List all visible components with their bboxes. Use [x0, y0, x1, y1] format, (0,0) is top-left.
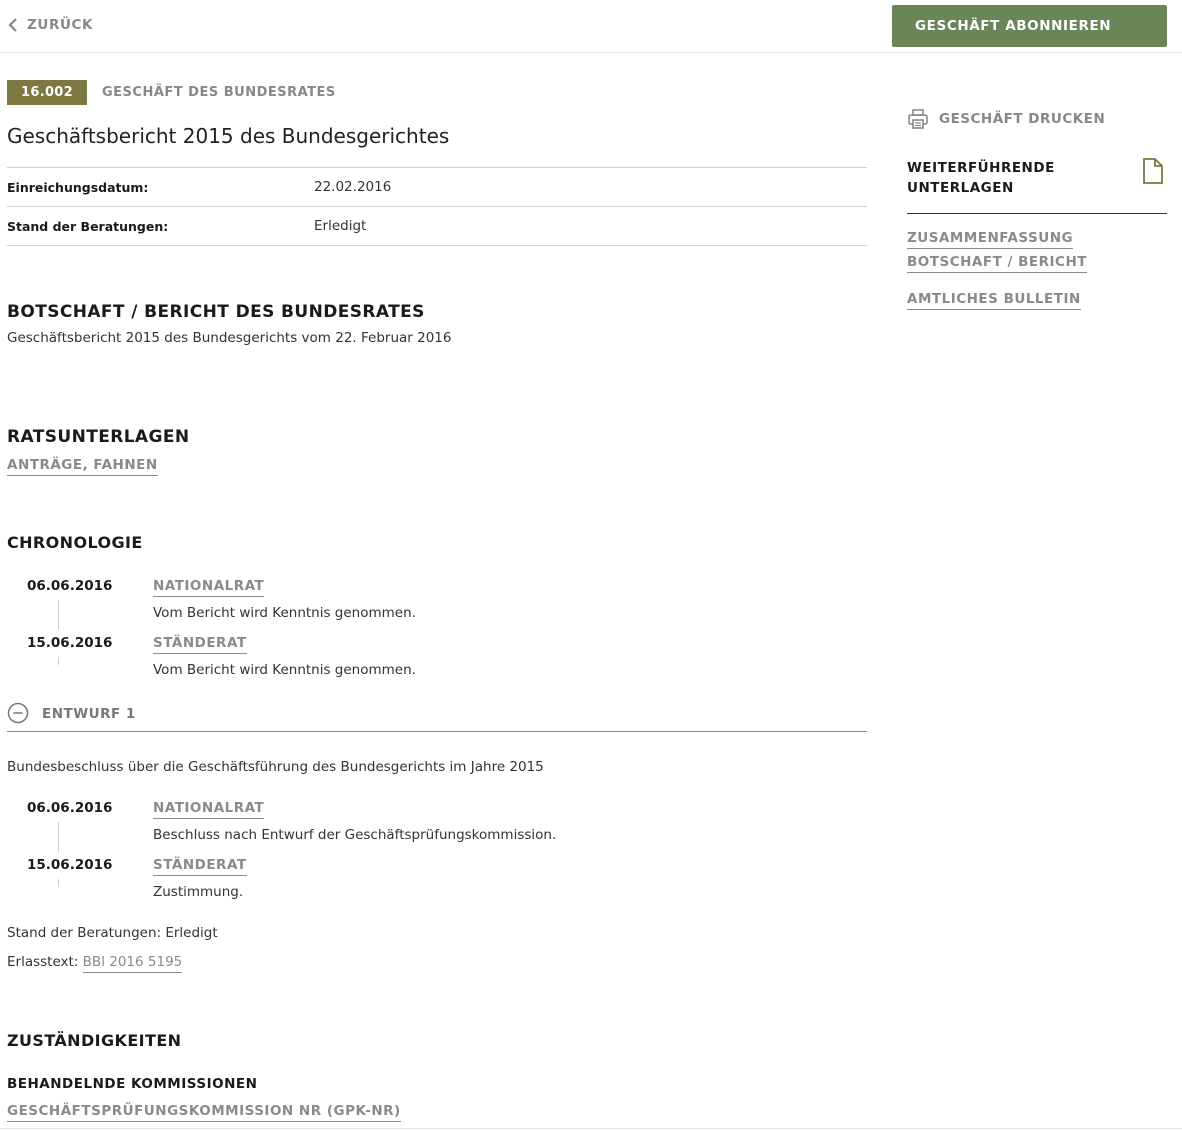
council-link-staenderat[interactable]: STÄNDERAT — [153, 635, 247, 654]
timeline-line — [58, 600, 59, 630]
chronology-date: 06.06.2016 — [27, 578, 113, 594]
chronology-heading: CHRONOLOGIE — [7, 533, 143, 552]
further-documents-line1: WEITERFÜHRENDE — [907, 160, 1055, 176]
sidebar: GESCHÄFT DRUCKEN WEITERFÜHRENDE UNTERLAG… — [907, 108, 1167, 328]
official-bulletin-link[interactable]: AMTLICHES BULLETIN — [907, 291, 1081, 310]
info-value: Erledigt — [314, 218, 367, 234]
info-row: Stand der Beratungen: Erledigt — [7, 207, 867, 246]
draft-date: 06.06.2016 — [27, 800, 113, 816]
chevron-left-icon — [8, 18, 17, 32]
draft-text: Beschluss nach Entwurf der Geschäftsprüf… — [153, 827, 557, 843]
main-content: 16.002 GESCHÄFT DES BUNDESRATES Geschäft… — [7, 80, 867, 1130]
print-button[interactable]: GESCHÄFT DRUCKEN — [907, 108, 1167, 130]
business-number-badge: 16.002 — [7, 80, 87, 105]
council-link-nationalrat[interactable]: NATIONALRAT — [153, 578, 265, 597]
message-report-link[interactable]: BOTSCHAFT / BERICHT — [907, 254, 1087, 273]
draft-text: Zustimmung. — [153, 884, 244, 900]
page-title: Geschäftsbericht 2015 des Bundesgerichte… — [7, 124, 450, 148]
bottom-divider — [0, 1128, 1182, 1129]
info-table: Einreichungsdatum: 22.02.2016 Stand der … — [7, 167, 867, 246]
chronology-text: Vom Bericht wird Kenntnis genommen. — [153, 605, 416, 621]
info-value: 22.02.2016 — [314, 179, 392, 195]
decree-row: Erlasstext: BBl 2016 5195 — [7, 954, 183, 973]
business-meta: 16.002 GESCHÄFT DES BUNDESRATES — [7, 80, 867, 105]
council-documents-heading: RATSUNTERLAGEN — [7, 427, 190, 447]
chronology-text: Vom Bericht wird Kenntnis genommen. — [153, 662, 416, 678]
timeline-line — [58, 822, 59, 852]
document-icon — [1143, 158, 1163, 184]
back-label: ZURÜCK — [27, 17, 94, 33]
chronology-date: 15.06.2016 — [27, 635, 113, 651]
committees-subheading: BEHANDELNDE KOMMISSIONEN — [7, 1076, 258, 1092]
info-row: Einreichungsdatum: 22.02.2016 — [7, 168, 867, 207]
print-label: GESCHÄFT DRUCKEN — [939, 111, 1106, 127]
timeline-line — [58, 657, 59, 665]
committee-link[interactable]: GESCHÄFTSPRÜFUNGSKOMMISSION NR (GPK-NR) — [7, 1103, 401, 1122]
subscribe-button[interactable]: GESCHÄFT ABONNIEREN — [892, 5, 1167, 47]
minus-circle-icon — [7, 702, 29, 724]
council-link-nationalrat[interactable]: NATIONALRAT — [153, 800, 265, 819]
further-documents-title: WEITERFÜHRENDE UNTERLAGEN — [907, 158, 1167, 198]
further-documents-header: WEITERFÜHRENDE UNTERLAGEN — [907, 158, 1167, 214]
info-key: Stand der Beratungen: — [7, 218, 169, 234]
summary-link[interactable]: ZUSAMMENFASSUNG — [907, 230, 1074, 249]
draft-date: 15.06.2016 — [27, 857, 113, 873]
back-link[interactable]: ZURÜCK — [8, 17, 93, 33]
timeline-line — [58, 879, 59, 887]
business-type: GESCHÄFT DES BUNDESRATES — [102, 85, 336, 100]
decree-label: Erlasstext: — [7, 954, 79, 970]
decree-link[interactable]: BBl 2016 5195 — [82, 954, 183, 973]
draft-toggle[interactable]: ENTWURF 1 — [7, 702, 867, 732]
printer-icon — [908, 109, 928, 129]
draft-label: ENTWURF 1 — [42, 706, 136, 722]
message-text: Geschäftsbericht 2015 des Bundesgerichts… — [7, 330, 452, 346]
further-documents-line2: UNTERLAGEN — [907, 180, 1014, 196]
info-key: Einreichungsdatum: — [7, 179, 149, 195]
draft-description: Bundesbeschluss über die Geschäftsführun… — [7, 759, 544, 775]
council-link-staenderat[interactable]: STÄNDERAT — [153, 857, 247, 876]
top-bar: ZURÜCK GESCHÄFT ABONNIEREN — [0, 0, 1182, 53]
responsibilities-heading: ZUSTÄNDIGKEITEN — [7, 1031, 182, 1050]
motions-link[interactable]: ANTRÄGE, FAHNEN — [7, 457, 158, 476]
message-heading: BOTSCHAFT / BERICHT DES BUNDESRATES — [7, 302, 425, 322]
draft-status: Stand der Beratungen: Erledigt — [7, 925, 218, 941]
